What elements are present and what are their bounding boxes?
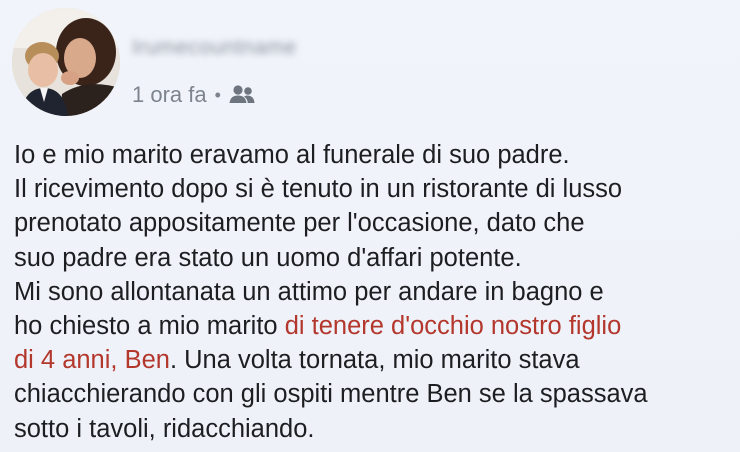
meta-separator: •	[214, 84, 221, 105]
highlighted-text: di 4 anni, Ben	[14, 346, 170, 375]
author-name[interactable]: Irumecountname	[132, 36, 297, 60]
post-line: di 4 anni, Ben. Una volta tornata, mio m…	[14, 343, 736, 377]
timestamp[interactable]: 1 ora fa	[132, 82, 207, 108]
post-line: Il ricevimento dopo si è tenuto in un ri…	[14, 175, 623, 204]
highlighted-text: di tenere d'occhio nostro figlio	[284, 312, 622, 341]
friends-icon[interactable]	[228, 84, 256, 106]
avatar[interactable]	[12, 8, 120, 116]
post-line: ho chiesto a mio marito di tenere d'occh…	[14, 309, 736, 343]
post-line: Io e mio marito eravamo al funerale di s…	[14, 141, 570, 169]
post-line: sotto i tavoli, ridacchiando.	[14, 414, 315, 443]
post-meta: 1 ora fa •	[132, 82, 256, 108]
post-line: prenotato appositamente per l'occasione,…	[14, 209, 585, 238]
facebook-post: Irumecountname 1 ora fa • Io e mio marit…	[0, 0, 740, 452]
post-line: Mi sono allontanata un attimo per andare…	[14, 277, 604, 306]
post-text: Io e mio marito eravamo al funerale di s…	[14, 138, 736, 446]
post-text-segment: . Una volta tornata, mio marito stava	[169, 346, 580, 375]
post-text-segment: ho chiesto a mio marito	[14, 312, 285, 341]
avatar-photo	[12, 8, 120, 116]
post-line: chiacchierando con gli ospiti mentre Ben…	[14, 380, 648, 409]
post-line: suo padre era stato un uomo d'affari pot…	[14, 243, 522, 272]
